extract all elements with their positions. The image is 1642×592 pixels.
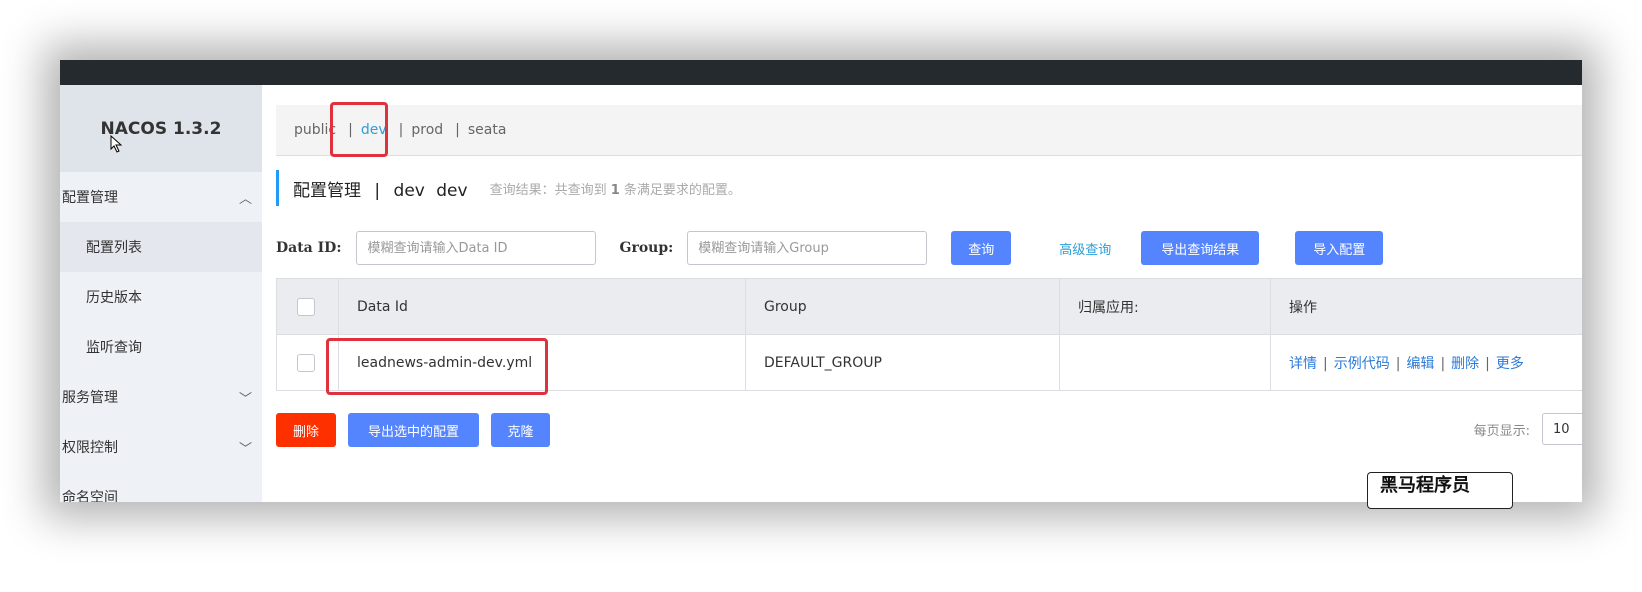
- sidebar: NACOS 1.3.2 配置管理 ︿ 配置列表 历史版本 监听查询 服务管理 ﹀…: [60, 85, 262, 502]
- row-checkbox-cell: [276, 334, 339, 391]
- nav-group-namespace[interactable]: 命名空间: [60, 472, 262, 502]
- mouse-cursor-icon: [110, 135, 123, 153]
- nav-group-label: 服务管理: [62, 390, 118, 406]
- config-table: Data Id Group 归属应用: 操作 leadnews-admin-de…: [276, 278, 1582, 391]
- cell-group: DEFAULT_GROUP: [745, 334, 1060, 391]
- page-title-row: 配置管理 | dev dev 查询结果：共查询到 1 条满足要求的配置。: [276, 170, 741, 206]
- table-header-row: Data Id Group 归属应用: 操作: [276, 278, 1582, 335]
- chevron-up-icon: ︿: [238, 191, 252, 207]
- chevron-down-icon: ﹀: [238, 441, 252, 457]
- group-label: Group:: [619, 240, 674, 256]
- sample-code-link[interactable]: 示例代码: [1334, 356, 1390, 372]
- nav-group-service[interactable]: 服务管理 ﹀: [60, 372, 262, 422]
- column-header-app: 归属应用:: [1059, 278, 1271, 335]
- watermark-badge: 黑马程序员: [1367, 472, 1513, 509]
- nav-group-label: 配置管理: [62, 190, 118, 206]
- group-input[interactable]: [687, 231, 928, 265]
- nacos-window: NACOS 1.3.2 配置管理 ︿ 配置列表 历史版本 监听查询 服务管理 ﹀…: [60, 60, 1582, 502]
- query-button[interactable]: 查询: [951, 231, 1012, 265]
- page-size-label: 每页显示:: [1473, 423, 1530, 439]
- page-title: 配置管理 | dev dev: [293, 180, 468, 201]
- cell-app: [1059, 334, 1271, 391]
- sidebar-item-label: 监听查询: [86, 340, 142, 356]
- table-row: leadnews-admin-dev.yml DEFAULT_GROUP 详情 |…: [276, 334, 1582, 391]
- namespace-prod[interactable]: prod: [411, 122, 443, 138]
- sidebar-item-history[interactable]: 历史版本: [60, 272, 262, 322]
- namespace-bar: public | dev | prod | seata: [276, 105, 1582, 156]
- detail-link[interactable]: 详情: [1289, 356, 1317, 372]
- namespace-dev[interactable]: dev: [361, 122, 387, 138]
- main-content: public | dev | prod | seata 配置管理 | dev d…: [262, 85, 1582, 502]
- sidebar-item-label: 历史版本: [86, 290, 142, 306]
- data-id-input[interactable]: [356, 231, 597, 265]
- header-checkbox-cell: [276, 278, 339, 335]
- nav-group-label: 权限控制: [62, 440, 118, 456]
- page-size-select[interactable]: 10: [1542, 413, 1582, 445]
- export-selected-button[interactable]: 导出选中的配置: [348, 413, 479, 447]
- edit-link[interactable]: 编辑: [1406, 356, 1434, 372]
- top-bar: [60, 60, 1582, 85]
- import-config-button[interactable]: 导入配置: [1295, 231, 1384, 265]
- app-brand: NACOS 1.3.2: [60, 85, 262, 172]
- sidebar-item-listener-query[interactable]: 监听查询: [60, 322, 262, 372]
- namespace-separator: |: [398, 122, 404, 138]
- search-form: Data ID: Group: 查询 高级查询 导出查询结果 导入配置: [276, 230, 1576, 266]
- nav-group-label: 命名空间: [62, 490, 118, 502]
- delete-link[interactable]: 删除: [1451, 356, 1479, 372]
- row-checkbox[interactable]: [297, 353, 315, 372]
- bulk-actions: 删除 导出选中的配置 克隆: [276, 413, 550, 447]
- bulk-delete-button[interactable]: 删除: [276, 413, 336, 447]
- query-result-summary: 查询结果：共查询到 1 条满足要求的配置。: [489, 182, 741, 198]
- column-header-actions: 操作: [1270, 278, 1582, 335]
- cell-actions: 详情 | 示例代码 | 编辑 | 删除 | 更多: [1270, 334, 1582, 391]
- data-id-label: Data ID:: [276, 240, 342, 256]
- clone-button[interactable]: 克隆: [491, 413, 550, 447]
- namespace-separator: |: [348, 122, 353, 138]
- select-all-checkbox[interactable]: [297, 297, 315, 316]
- column-header-group: Group: [745, 278, 1060, 335]
- namespace-separator: |: [455, 122, 460, 138]
- column-header-data-id: Data Id: [338, 278, 746, 335]
- more-link[interactable]: 更多: [1496, 356, 1524, 372]
- chevron-down-icon: ﹀: [238, 391, 252, 407]
- nav-group-config[interactable]: 配置管理 ︿: [60, 172, 262, 222]
- sidebar-item-config-list[interactable]: 配置列表: [60, 222, 262, 272]
- pagination: 每页显示: 10: [1474, 413, 1582, 445]
- cell-data-id: leadnews-admin-dev.yml: [338, 334, 746, 391]
- namespace-seata[interactable]: seata: [468, 122, 507, 138]
- namespace-public[interactable]: public: [294, 122, 336, 138]
- nav-group-auth[interactable]: 权限控制 ﹀: [60, 422, 262, 472]
- advanced-query-link[interactable]: 高级查询: [1059, 239, 1111, 258]
- export-results-button[interactable]: 导出查询结果: [1141, 231, 1260, 265]
- sidebar-item-label: 配置列表: [86, 240, 142, 256]
